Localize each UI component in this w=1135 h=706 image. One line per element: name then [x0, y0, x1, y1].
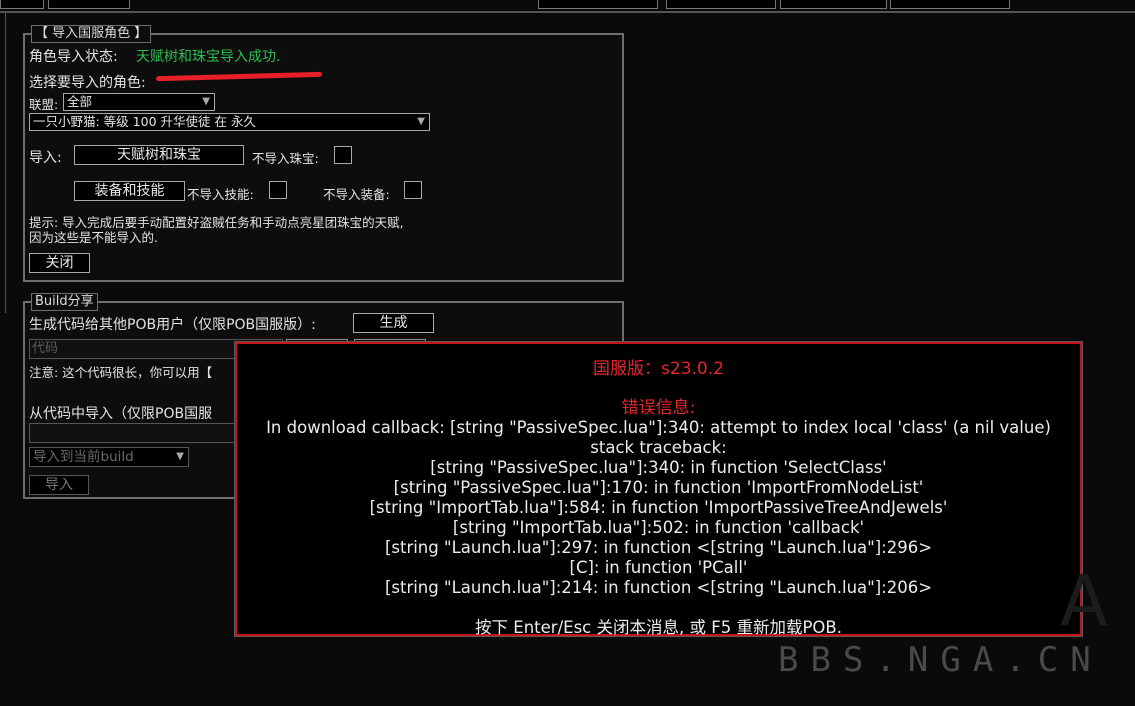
chevron-down-icon: ▼	[176, 451, 184, 462]
import-hint-line2: 因为这些是不能导入的.	[29, 230, 158, 245]
top-toolbar-fragment-5	[780, 0, 887, 9]
dialog-footer: 按下 Enter/Esc 关闭本消息, 或 F5 重新加载POB.	[475, 618, 842, 637]
error-line: In download callback: [string "PassiveSp…	[266, 418, 1051, 437]
top-toolbar-fragment-6	[890, 0, 1010, 9]
chevron-down-icon: ▼	[202, 96, 210, 107]
import-panel-title: 【 导入国服角色 】	[31, 25, 152, 43]
no-jewel-checkbox[interactable]	[334, 146, 352, 164]
no-jewel-label: 不导入珠宝:	[252, 151, 319, 166]
no-items-label: 不导入装备:	[323, 187, 390, 202]
top-divider	[0, 11, 1135, 13]
import-items-skills-button[interactable]: 装备和技能	[74, 181, 185, 201]
choose-character-label: 选择要导入的角色:	[29, 75, 146, 91]
build-share-title: Build分享	[31, 293, 98, 311]
error-line: [string "ImportTab.lua"]:584: in functio…	[369, 498, 948, 517]
code-note: 注意: 这个代码很长，你可以用【	[29, 365, 213, 380]
league-label: 联盟:	[29, 97, 59, 112]
import-target-value: 导入到当前build	[33, 449, 134, 465]
watermark: BBS.NGA.CN	[778, 640, 1103, 680]
error-line: stack traceback:	[590, 438, 727, 457]
error-line: [string "ImportTab.lua"]:502: in functio…	[452, 518, 865, 537]
import-status-value: 天赋树和珠宝导入成功.	[136, 49, 281, 65]
watermark-logo-fragment: A	[1060, 560, 1108, 642]
import-from-code-label: 从代码中导入（仅限POB国服	[29, 406, 213, 422]
error-line: [string "PassiveSpec.lua"]:340: in funct…	[430, 458, 887, 477]
league-dropdown[interactable]: 全部 ▼	[63, 93, 215, 111]
left-sidebar-edge	[0, 13, 6, 313]
error-line: [string "Launch.lua"]:214: in function <…	[384, 578, 933, 597]
generate-button[interactable]: 生成	[353, 313, 434, 333]
character-dropdown[interactable]: 一只小野猫: 等级 100 升华使徒 在 永久 ▼	[29, 113, 430, 131]
import-status-label: 角色导入状态:	[29, 49, 118, 65]
top-toolbar-fragment-1	[0, 0, 44, 9]
generate-code-label: 生成代码给其他POB用户（仅限POB国服版）:	[29, 317, 316, 333]
close-button[interactable]: 关闭	[29, 253, 90, 273]
error-title: 错误信息:	[621, 398, 696, 418]
error-line: [string "PassiveSpec.lua"]:170: in funct…	[393, 478, 924, 497]
no-skill-label: 不导入技能:	[187, 187, 254, 202]
top-toolbar-fragment-4	[666, 0, 776, 9]
no-items-checkbox[interactable]	[404, 181, 422, 199]
top-toolbar-fragment-3	[538, 0, 658, 9]
import-label: 导入:	[29, 150, 62, 166]
import-target-dropdown[interactable]: 导入到当前build ▼	[29, 447, 189, 467]
import-tree-jewels-button[interactable]: 天赋树和珠宝	[74, 145, 244, 165]
no-skill-checkbox[interactable]	[269, 181, 287, 199]
league-dropdown-value: 全部	[67, 94, 93, 109]
chevron-down-icon: ▼	[417, 116, 425, 127]
error-line: [string "Launch.lua"]:297: in function <…	[384, 538, 933, 557]
character-dropdown-value: 一只小野猫: 等级 100 升华使徒 在 永久	[33, 114, 256, 129]
error-line: [C]: in function 'PCall'	[569, 558, 748, 577]
top-toolbar-fragment-2	[48, 0, 130, 9]
import-button[interactable]: 导入	[29, 475, 89, 495]
version-label: 国服版：s23.0.2	[593, 359, 724, 379]
error-dialog: 国服版：s23.0.2 错误信息: In download callback: …	[234, 341, 1083, 637]
